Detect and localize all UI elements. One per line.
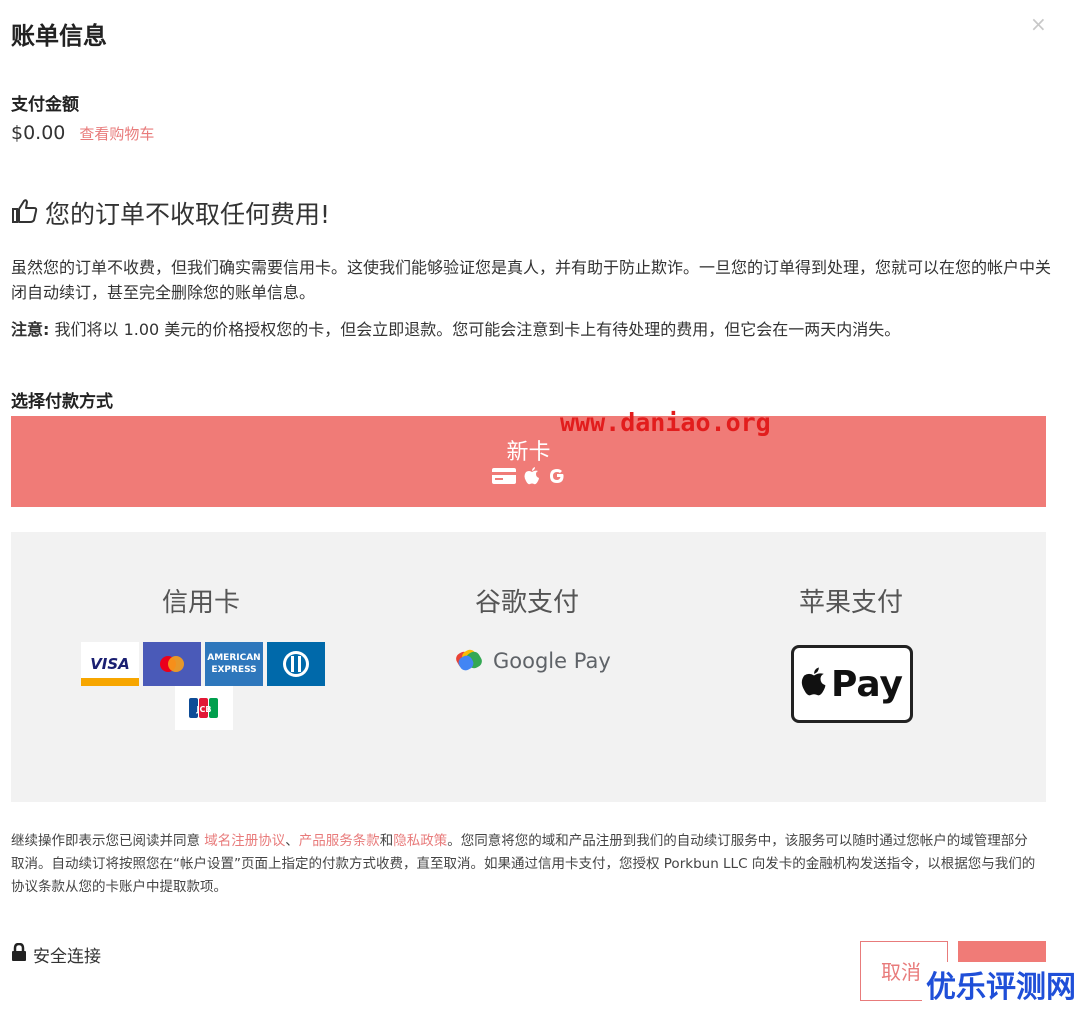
mastercard-logo: [143, 642, 201, 686]
secure-connection-label: 安全连接: [33, 947, 101, 967]
google-icon: [548, 467, 566, 489]
terms-intro: 继续操作即表示您已阅读并同意: [11, 833, 205, 849]
visa-text: VISA: [81, 650, 139, 678]
thumbs-up-icon: [11, 197, 39, 229]
terms-separator-1: 、: [285, 833, 299, 849]
privacy-policy-link[interactable]: 隐私政策: [393, 833, 447, 849]
amount-value: $0.00: [11, 122, 66, 144]
secure-connection: 安全连接: [11, 942, 101, 967]
credit-card-icon: [491, 468, 516, 488]
google-pay-logo: Google Pay: [455, 646, 611, 676]
terms-separator-2: 和: [379, 833, 394, 849]
new-card-label: 新卡: [506, 440, 551, 465]
payment-methods-panel: 信用卡 VISA AMERICAN EXPRESS JCB 谷歌支付 Googl…: [11, 532, 1046, 802]
site-watermark: www.daniao.org: [560, 408, 771, 437]
payment-method-label: 选择付款方式: [11, 392, 113, 412]
apple-icon: [524, 467, 540, 489]
close-button[interactable]: ×: [1030, 12, 1047, 36]
brand-watermark: 优乐评测网: [922, 962, 1080, 1006]
lock-icon: [11, 942, 27, 966]
apple-pay-text: Pay: [830, 663, 904, 705]
product-terms-link[interactable]: 产品服务条款: [299, 833, 380, 849]
free-order-heading: 您的订单不收取任何费用!: [11, 195, 330, 231]
info-paragraph: 虽然您的订单不收费，但我们确实需要信用卡。这使我们能够验证您是真人，并有助于防止…: [11, 258, 1052, 302]
view-cart-link[interactable]: 查看购物车: [79, 123, 154, 144]
amount-label: 支付金额: [11, 95, 79, 115]
google-pay-icon: [455, 646, 485, 676]
diners-card-logo: [267, 642, 325, 686]
new-card-icons: [11, 467, 1046, 489]
note-label: 注意:: [11, 320, 50, 339]
google-pay-title: 谷歌支付: [474, 588, 579, 618]
new-card-button[interactable]: 新卡: [11, 416, 1046, 507]
apple-pay-title: 苹果支付: [798, 588, 903, 618]
note-text: 我们将以 1.00 美元的价格授权您的卡，但会立即退款。您可能会注意到卡上有待处…: [49, 320, 901, 339]
credit-card-title: 信用卡: [161, 588, 240, 618]
modal-title: 账单信息: [11, 22, 107, 50]
credit-card-option[interactable]: 信用卡 VISA AMERICAN EXPRESS JCB: [71, 582, 331, 782]
terms-paragraph: 继续操作即表示您已阅读并同意 域名注册协议、产品服务条款和隐私政策。您同意将您的…: [11, 830, 1041, 899]
jcb-card-logo: JCB: [175, 686, 233, 730]
amount-row: $0.00 查看购物车: [11, 122, 154, 144]
apple-pay-option[interactable]: 苹果支付 Pay: [721, 582, 981, 782]
apple-logo-icon: [801, 667, 827, 701]
note-paragraph: 注意: 我们将以 1.00 美元的价格授权您的卡，但会立即退款。您可能会注意到卡…: [11, 317, 1051, 342]
amex-card-logo: AMERICAN EXPRESS: [205, 642, 263, 686]
domain-registration-agreement-link[interactable]: 域名注册协议: [204, 833, 285, 849]
free-order-heading-text: 您的订单不收取任何费用!: [45, 200, 331, 229]
svg-text:JCB: JCB: [196, 705, 212, 714]
visa-card-logo: VISA: [81, 642, 139, 686]
google-pay-option[interactable]: 谷歌支付 Google Pay: [397, 582, 657, 782]
google-pay-text: Google Pay: [493, 649, 611, 673]
amex-text: AMERICAN EXPRESS: [207, 653, 261, 675]
apple-pay-logo: Pay: [791, 645, 913, 723]
